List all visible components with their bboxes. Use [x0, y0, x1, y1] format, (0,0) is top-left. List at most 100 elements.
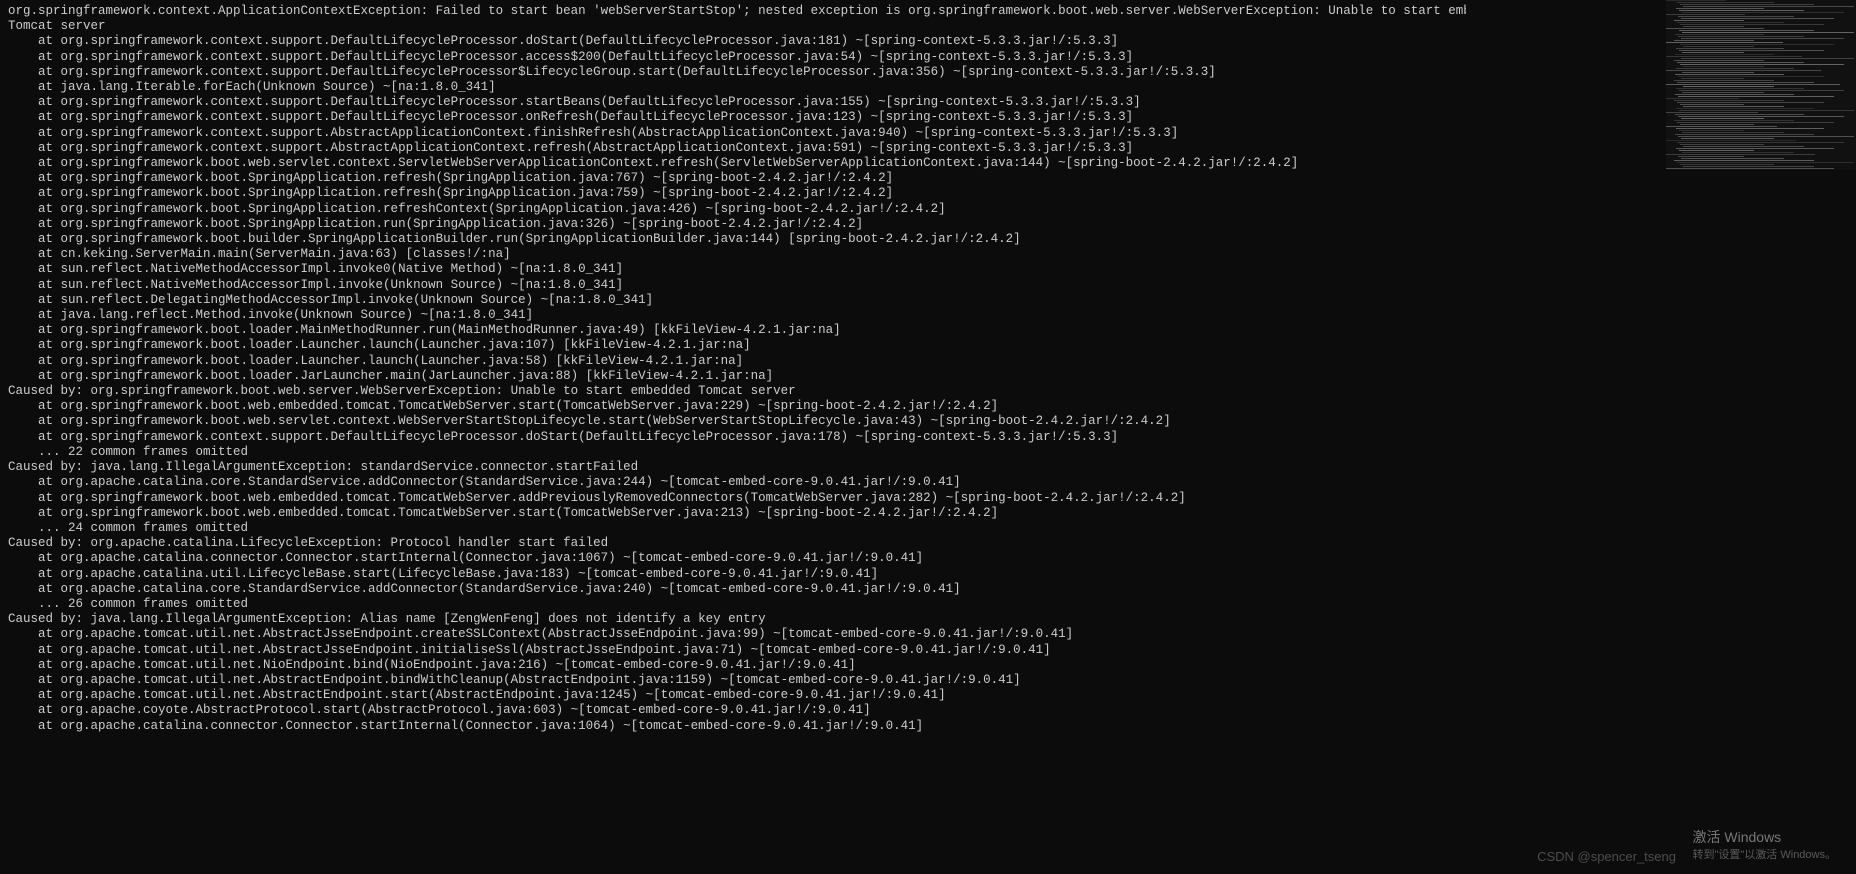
stack-line: at sun.reflect.NativeMethodAccessorImpl.…: [8, 278, 1458, 293]
minimap-line: [1675, 134, 1814, 135]
minimap-line: [1681, 118, 1764, 119]
minimap-line: [1666, 56, 1802, 57]
stack-line: at org.springframework.context.support.D…: [8, 430, 1458, 445]
stack-line: Caused by: java.lang.IllegalArgumentExce…: [8, 460, 1458, 475]
minimap-line: [1683, 26, 1744, 27]
minimap-line: [1678, 96, 1834, 97]
minimap-line: [1680, 164, 1774, 165]
stack-line: at org.springframework.boot.SpringApplic…: [8, 202, 1458, 217]
minimap-line: [1680, 24, 1824, 25]
stack-line: Caused by: java.lang.IllegalArgumentExce…: [8, 612, 1458, 627]
minimap-line: [1676, 68, 1794, 69]
minimap-line: [1678, 136, 1854, 137]
stack-line: at org.springframework.boot.loader.JarLa…: [8, 369, 1458, 384]
console-output[interactable]: org.springframework.context.ApplicationC…: [0, 0, 1466, 874]
stack-line: Caused by: org.apache.catalina.Lifecycle…: [8, 536, 1458, 551]
minimap-line: [1677, 162, 1854, 163]
stack-line: at org.apache.coyote.AbstractProtocol.st…: [8, 703, 1458, 718]
minimap-line: [1681, 158, 1784, 159]
minimap-line: [1674, 100, 1784, 101]
minimap-line: [1681, 138, 1774, 139]
stack-line: at org.springframework.context.support.D…: [8, 110, 1458, 125]
minimap-line: [1666, 70, 1821, 71]
minimap-line: [1680, 144, 1764, 145]
minimap-line: [1679, 30, 1814, 31]
minimap-line: [1677, 22, 1784, 23]
minimap-line: [1666, 168, 1834, 169]
stack-line: at org.springframework.boot.loader.MainM…: [8, 323, 1458, 338]
minimap-line: [1682, 152, 1794, 153]
minimap-line: [1683, 86, 1774, 87]
windows-activation-watermark: 激活 Windows 转到"设置"以激活 Windows。: [1693, 828, 1837, 864]
minimap-line: [1681, 18, 1834, 19]
stack-line: at org.apache.tomcat.util.net.AbstractEn…: [8, 688, 1458, 703]
minimap-line: [1676, 88, 1804, 89]
minimap-line: [1666, 126, 1777, 127]
minimap-line: [1678, 76, 1824, 77]
stack-line: at cn.keking.ServerMain.main(ServerMain.…: [8, 247, 1458, 262]
minimap-line: [1683, 166, 1814, 167]
stack-line: at sun.reflect.NativeMethodAccessorImpl.…: [8, 262, 1458, 277]
minimap-line: [1676, 108, 1814, 109]
watermark-sub: 转到"设置"以激活 Windows。: [1693, 846, 1837, 864]
minimap-line: [1674, 20, 1744, 21]
stack-line: at org.springframework.boot.web.servlet.…: [8, 156, 1458, 171]
minimap-line: [1680, 44, 1834, 45]
minimap-line: [1678, 16, 1794, 17]
stack-line: at org.apache.tomcat.util.net.NioEndpoin…: [8, 658, 1458, 673]
minimap-line: [1666, 140, 1796, 141]
minimap-line: [1676, 128, 1824, 129]
minimap-line: [1682, 32, 1854, 33]
minimap-line: [1683, 146, 1804, 147]
minimap-line: [1679, 90, 1844, 91]
stack-line: at org.springframework.boot.SpringApplic…: [8, 171, 1458, 186]
minimap-line: [1680, 124, 1754, 125]
stack-line: ... 22 common frames omitted: [8, 445, 1458, 460]
stack-line: at org.apache.catalina.util.LifecycleBas…: [8, 567, 1458, 582]
minimap-line: [1666, 154, 1815, 155]
stack-line: Tomcat server: [8, 19, 1458, 34]
minimap-line: [1678, 156, 1744, 157]
stack-line: at org.springframework.boot.SpringApplic…: [8, 186, 1458, 201]
minimap-line: [1680, 104, 1744, 105]
minimap-line: [1676, 148, 1834, 149]
minimap-line: [1666, 98, 1739, 99]
minimap-line: [1677, 102, 1824, 103]
minimap-line: [1666, 0, 1726, 1]
minimap-line: [1674, 60, 1764, 61]
minimap-line: [1675, 34, 1764, 35]
stack-line: at org.springframework.context.support.D…: [8, 34, 1458, 49]
minimap-line: [1683, 106, 1784, 107]
minimap-line: [1679, 150, 1754, 151]
stack-line: at org.springframework.boot.loader.Launc…: [8, 338, 1458, 353]
stack-line: at org.springframework.boot.web.embedded…: [8, 399, 1458, 414]
minimap-line: [1676, 48, 1784, 49]
stack-line: at sun.reflect.DelegatingMethodAccessorI…: [8, 293, 1458, 308]
stack-line: at org.apache.tomcat.util.net.AbstractJs…: [8, 643, 1458, 658]
minimap-line: [1682, 72, 1754, 73]
minimap-line: [1677, 2, 1774, 3]
minimap-line: [1682, 132, 1784, 133]
minimap-line: [1679, 50, 1824, 51]
stack-line: at org.springframework.context.support.D…: [8, 65, 1458, 80]
minimap-line: [1679, 130, 1744, 131]
stack-line: at java.lang.reflect.Method.invoke(Unkno…: [8, 308, 1458, 323]
minimap-line: [1679, 110, 1854, 111]
minimap-line: [1680, 4, 1814, 5]
minimap-line: [1675, 74, 1784, 75]
minimap-line: [1674, 80, 1774, 81]
minimap[interactable]: [1666, 0, 1856, 170]
minimap-line: [1683, 6, 1854, 7]
minimap-line: [1676, 8, 1764, 9]
minimap-line: [1675, 54, 1774, 55]
minimap-line: [1666, 84, 1840, 85]
minimap-line: [1666, 42, 1783, 43]
minimap-line: [1674, 160, 1814, 161]
minimap-line: [1678, 36, 1804, 37]
stack-line: at org.apache.catalina.connector.Connect…: [8, 551, 1458, 566]
minimap-line: [1679, 10, 1804, 11]
stack-line: at org.apache.catalina.core.StandardServ…: [8, 582, 1458, 597]
stack-line: at java.lang.Iterable.forEach(Unknown So…: [8, 80, 1458, 95]
stack-line: org.springframework.context.ApplicationC…: [8, 4, 1458, 19]
minimap-line: [1678, 116, 1844, 117]
